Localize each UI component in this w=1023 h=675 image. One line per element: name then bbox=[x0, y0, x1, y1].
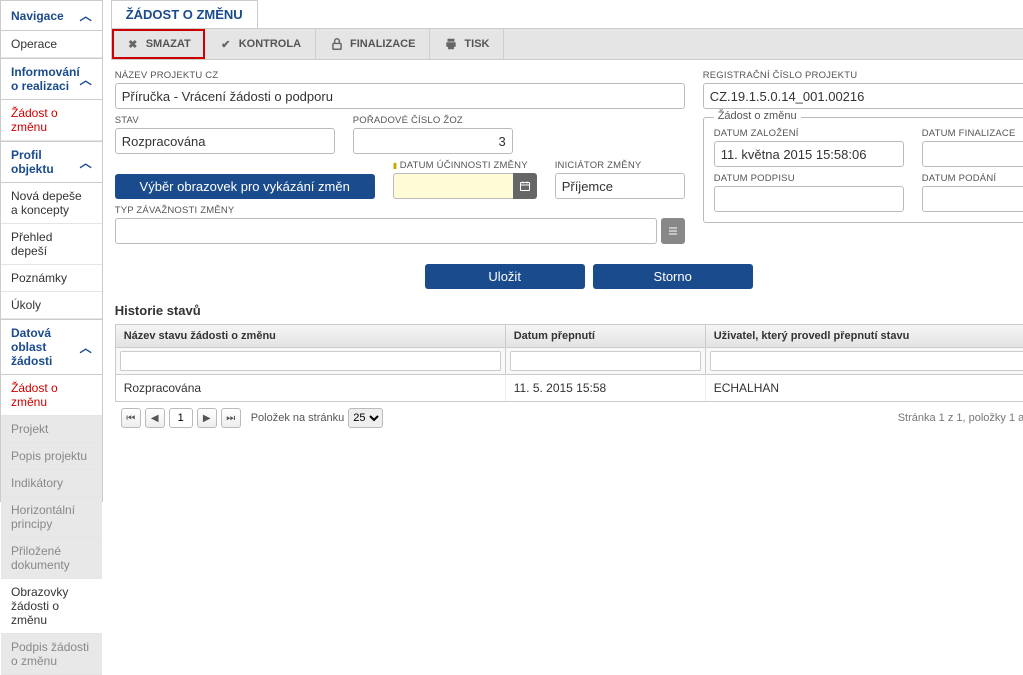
sidebar-item-prilozene[interactable]: Přiložené dokumenty bbox=[1, 538, 102, 579]
pager-last-button[interactable]: ⏭ bbox=[221, 408, 241, 428]
nav-section-navigace[interactable]: Navigace ︿ bbox=[1, 0, 102, 31]
tool-label: SMAZAT bbox=[146, 38, 191, 50]
sidebar-item-ukoly[interactable]: Úkoly bbox=[1, 292, 102, 319]
label-datum-zalozeni: DATUM ZALOŽENÍ bbox=[714, 128, 904, 139]
ulozit-button[interactable]: Uložit bbox=[425, 264, 585, 289]
col-header-nazev[interactable]: Název stavu žádosti o změnu bbox=[116, 325, 506, 347]
sidebar-item-podpis[interactable]: Podpis žádosti o změnu bbox=[1, 634, 102, 675]
pager-prev-button[interactable]: ◀ bbox=[145, 408, 165, 428]
poradove-cislo-field[interactable] bbox=[353, 128, 513, 154]
sidebar: Navigace ︿ Operace Informování o realiza… bbox=[0, 0, 103, 502]
tool-label: KONTROLA bbox=[239, 38, 301, 50]
datum-podani-field[interactable] bbox=[922, 186, 1023, 212]
sidebar-item-horizontalni[interactable]: Horizontální principy bbox=[1, 497, 102, 538]
sidebar-item-operace[interactable]: Operace bbox=[1, 31, 102, 58]
sidebar-item-popis-projektu[interactable]: Popis projektu bbox=[1, 443, 102, 470]
tisk-button[interactable]: TISK bbox=[430, 29, 504, 59]
pager-first-button[interactable]: ⏮ bbox=[121, 408, 141, 428]
cell-datum: 11. 5. 2015 15:58 bbox=[506, 375, 706, 401]
chevron-up-icon: ︿ bbox=[80, 7, 92, 24]
history-grid: Název stavu žádosti o změnu Datum přepnu… bbox=[115, 324, 1023, 402]
zadost-o-zmenu-fieldset: Žádost o změnu DATUM ZALOŽENÍ DATUM FINA… bbox=[703, 117, 1023, 223]
nazev-projektu-field[interactable] bbox=[115, 83, 685, 109]
label-typ-zavaznosti: TYP ZÁVAŽNOSTI ZMĚNY bbox=[115, 205, 685, 216]
tool-label: TISK bbox=[464, 38, 489, 50]
label-datum-podani: DATUM PODÁNÍ bbox=[922, 173, 1023, 184]
stav-field[interactable] bbox=[115, 128, 335, 154]
col-header-uzivatel[interactable]: Uživatel, který provedl přepnutí stavu bbox=[706, 325, 1023, 347]
pager-page-input[interactable] bbox=[169, 408, 193, 428]
sidebar-item-prehled-depesi[interactable]: Přehled depeší bbox=[1, 224, 102, 265]
kontrola-button[interactable]: ✔ KONTROLA bbox=[205, 29, 316, 59]
check-icon: ✔ bbox=[219, 37, 233, 51]
label-datum-ucinnosti: DATUM ÚČINNOSTI ZMĚNY bbox=[393, 160, 537, 171]
list-icon bbox=[667, 225, 679, 237]
col-header-datum[interactable]: Datum přepnutí bbox=[506, 325, 706, 347]
sidebar-item-projekt[interactable]: Projekt bbox=[1, 416, 102, 443]
per-page-select[interactable]: 25 bbox=[348, 408, 383, 428]
smazat-button[interactable]: ✖ SMAZAT bbox=[112, 29, 205, 59]
storno-button[interactable]: Storno bbox=[593, 264, 753, 289]
iniciator-field[interactable] bbox=[555, 173, 685, 199]
datum-zalozeni-field[interactable] bbox=[714, 141, 904, 167]
delete-icon: ✖ bbox=[126, 37, 140, 51]
datum-podpisu-field[interactable] bbox=[714, 186, 904, 212]
pager: ⏮ ◀ ▶ ⏭ Položek na stránku 25 Stránka 1 … bbox=[115, 402, 1023, 434]
lock-icon bbox=[330, 37, 344, 51]
cell-nazev: Rozpracována bbox=[116, 375, 506, 401]
label-poradove-cislo: POŘADOVÉ ČÍSLO ŽOZ bbox=[353, 115, 513, 126]
sidebar-item-zadost-o-zmenu-1[interactable]: Žádost o změnu bbox=[1, 100, 102, 141]
label-datum-finalizace: DATUM FINALIZACE bbox=[922, 128, 1023, 139]
sidebar-item-obrazovky[interactable]: Obrazovky žádosti o změnu bbox=[1, 579, 102, 634]
nav-section-label: Profil objektu bbox=[11, 148, 80, 176]
print-icon bbox=[444, 37, 458, 51]
tool-label: FINALIZACE bbox=[350, 38, 415, 50]
nav-section-datova[interactable]: Datová oblast žádosti ︿ bbox=[1, 319, 102, 375]
calendar-button[interactable] bbox=[513, 173, 537, 199]
finalizace-button[interactable]: FINALIZACE bbox=[316, 29, 430, 59]
sidebar-item-nova-depese[interactable]: Nová depeše a koncepty bbox=[1, 183, 102, 224]
tab-zadost-o-zmenu[interactable]: ŽÁDOST O ZMĚNU bbox=[111, 0, 258, 28]
datum-finalizace-field[interactable] bbox=[922, 141, 1023, 167]
label-stav: STAV bbox=[115, 115, 335, 126]
filter-nazev[interactable] bbox=[120, 351, 501, 371]
filter-uzivatel[interactable] bbox=[710, 351, 1023, 371]
per-page-label: Položek na stránku bbox=[251, 412, 345, 424]
cell-uzivatel: ECHALHAN bbox=[706, 375, 1023, 401]
sidebar-item-poznamky[interactable]: Poznámky bbox=[1, 265, 102, 292]
filter-datum[interactable] bbox=[510, 351, 701, 371]
chevron-up-icon: ︿ bbox=[80, 71, 92, 88]
datum-ucinnosti-field[interactable] bbox=[393, 173, 513, 199]
label-datum-podpisu: DATUM PODPISU bbox=[714, 173, 904, 184]
chevron-up-icon: ︿ bbox=[80, 339, 92, 356]
nav-section-informovani[interactable]: Informování o realizaci ︿ bbox=[1, 58, 102, 100]
nav-section-label: Datová oblast žádosti bbox=[11, 326, 80, 368]
registracni-cislo-field[interactable] bbox=[703, 83, 1023, 109]
chevron-up-icon: ︿ bbox=[80, 154, 92, 171]
label-nazev-projektu: NÁZEV PROJEKTU CZ bbox=[115, 70, 685, 81]
pager-next-button[interactable]: ▶ bbox=[197, 408, 217, 428]
sidebar-item-zadost-o-zmenu-2[interactable]: Žádost o změnu bbox=[1, 375, 102, 416]
fieldset-legend: Žádost o změnu bbox=[714, 110, 801, 122]
toolbar: ✖ SMAZAT ✔ KONTROLA FINALIZACE TISK bbox=[111, 28, 1023, 60]
history-title: Historie stavů bbox=[115, 299, 1023, 324]
main-content: ŽÁDOST O ZMĚNU ✖ SMAZAT ✔ KONTROLA FINAL… bbox=[103, 0, 1023, 502]
nav-section-label: Informování o realizaci bbox=[11, 65, 80, 93]
typ-zavaznosti-picker[interactable] bbox=[661, 218, 685, 244]
vyber-obrazovek-button[interactable]: Výběr obrazovek pro vykázání změn bbox=[115, 174, 375, 199]
label-registracni-cislo: REGISTRAČNÍ ČÍSLO PROJEKTU bbox=[703, 70, 1023, 81]
label-iniciator: INICIÁTOR ZMĚNY bbox=[555, 160, 685, 171]
sidebar-item-indikatory[interactable]: Indikátory bbox=[1, 470, 102, 497]
typ-zavaznosti-field[interactable] bbox=[115, 218, 657, 244]
table-row[interactable]: Rozpracována 11. 5. 2015 15:58 ECHALHAN bbox=[116, 375, 1023, 401]
nav-section-label: Navigace bbox=[11, 9, 64, 23]
calendar-icon bbox=[519, 180, 531, 192]
nav-section-profil[interactable]: Profil objektu ︿ bbox=[1, 141, 102, 183]
pager-summary: Stránka 1 z 1, položky 1 až 1 z 1 bbox=[898, 412, 1023, 424]
